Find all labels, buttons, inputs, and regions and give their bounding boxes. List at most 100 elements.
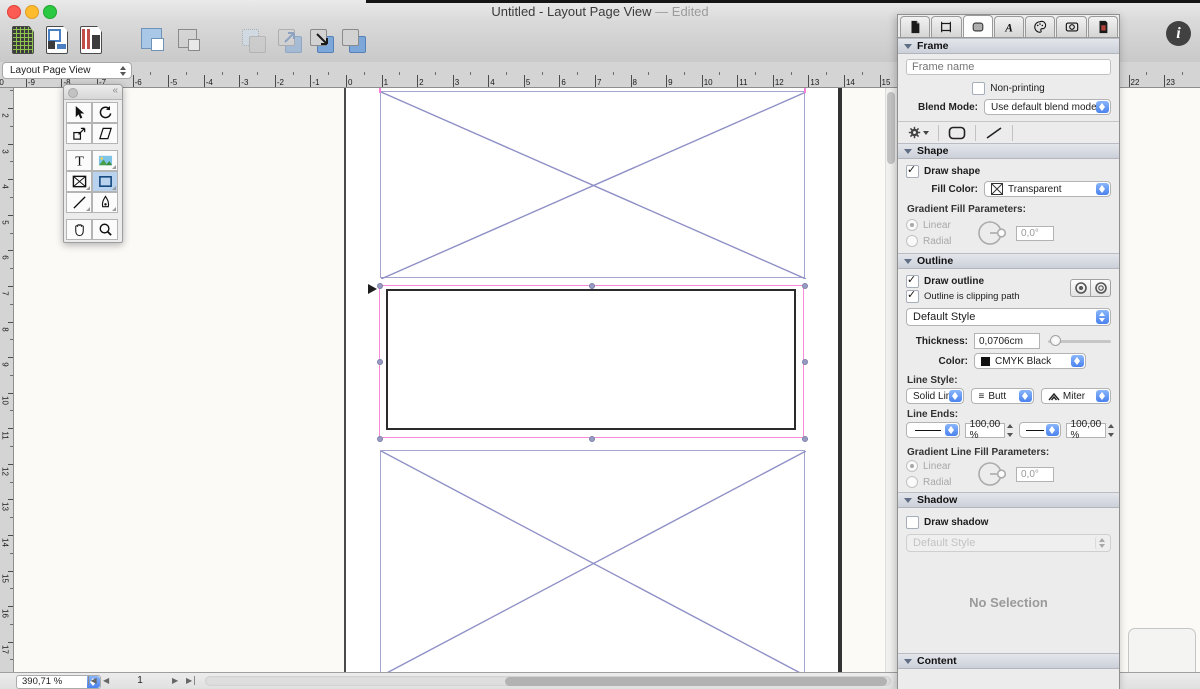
canvas-horizontal-scrollbar-thumb[interactable] <box>505 677 887 686</box>
tab-document[interactable] <box>900 16 930 37</box>
selection-handle[interactable] <box>589 283 595 289</box>
frame-border <box>386 289 796 430</box>
rounded-rect-shape-button[interactable] <box>944 124 970 142</box>
line-style-select[interactable]: Solid Line <box>906 388 964 404</box>
palette-collapse-icon[interactable]: « <box>112 85 118 96</box>
inspector-tab-bar: A <box>898 15 1119 38</box>
line-start-scale-field[interactable]: 100,00 % <box>965 423 1006 438</box>
line-end-select[interactable] <box>1019 422 1060 438</box>
line-shape-button[interactable] <box>981 124 1007 142</box>
thickness-slider[interactable] <box>1048 340 1111 343</box>
content-section-header[interactable]: Content <box>898 653 1119 669</box>
pan-tool-button[interactable] <box>66 219 92 240</box>
frame-marker-icon <box>368 284 377 294</box>
tab-text[interactable]: A <box>994 16 1024 37</box>
tab-image[interactable] <box>1056 16 1086 37</box>
stepper-icon[interactable] <box>1006 423 1014 438</box>
scale-tool-button[interactable] <box>66 123 92 144</box>
frame-section-header[interactable]: Frame <box>898 38 1119 54</box>
close-button[interactable] <box>7 5 21 19</box>
grid-page-icon[interactable] <box>10 25 36 55</box>
transform-frame-icon[interactable] <box>176 27 202 57</box>
outline-outside-button[interactable] <box>1091 279 1111 297</box>
gradient-angle-dial <box>976 218 1010 248</box>
blend-mode-select[interactable]: Use default blend mode <box>984 99 1111 115</box>
linear-radio <box>906 219 918 231</box>
shape-section-header[interactable]: Shape <box>898 143 1119 159</box>
layout-page-icon[interactable] <box>44 25 70 55</box>
selection-handle[interactable] <box>802 359 808 365</box>
minimize-button[interactable] <box>25 5 39 19</box>
outline-inside-button[interactable] <box>1070 279 1091 297</box>
text-tool-button[interactable]: T <box>66 150 92 171</box>
move-to-back-icon[interactable] <box>340 26 366 56</box>
non-printing-label: Non-printing <box>990 83 1044 94</box>
selection-handle[interactable] <box>802 436 808 442</box>
outline-style-select[interactable]: Default Style <box>906 308 1111 326</box>
next-page-button[interactable]: ▶ <box>172 676 178 685</box>
info-button[interactable]: i <box>1166 21 1191 46</box>
zoom-window-button[interactable] <box>43 5 57 19</box>
selection-handle[interactable] <box>802 283 808 289</box>
shadow-section-header[interactable]: Shadow <box>898 492 1119 508</box>
tab-geometry[interactable] <box>931 16 961 37</box>
skew-icon <box>98 126 113 141</box>
tab-colors[interactable] <box>1025 16 1055 37</box>
draw-shape-checkbox[interactable] <box>906 165 919 178</box>
placeholder-frame-tool-button[interactable] <box>66 171 92 192</box>
previous-page-button[interactable]: ◀ <box>103 676 109 685</box>
styles-page-icon[interactable] <box>78 25 104 55</box>
image-tool-button[interactable] <box>92 150 118 171</box>
scale-icon <box>72 126 87 141</box>
draw-outline-label: Draw outline <box>924 276 984 287</box>
rectangle-tool-button[interactable] <box>92 171 118 192</box>
tab-output[interactable] <box>1088 16 1118 37</box>
selection-handle[interactable] <box>377 283 383 289</box>
thickness-field[interactable]: 0,0706cm <box>974 333 1040 349</box>
hand-icon <box>72 222 87 237</box>
selection-handle[interactable] <box>377 359 383 365</box>
outline-clipping-checkbox[interactable] <box>906 290 919 303</box>
blend-mode-label: Blend Mode: <box>906 102 978 113</box>
placeholder-frame[interactable] <box>380 450 805 672</box>
vertical-ruler: 1234567891011121314151617 <box>0 88 14 672</box>
line-join-select[interactable]: Miter <box>1041 388 1111 404</box>
selection-handle[interactable] <box>377 436 383 442</box>
fill-color-select[interactable]: Transparent <box>984 181 1111 197</box>
rect-icon <box>98 174 113 189</box>
palette-title-bar[interactable]: « <box>64 85 122 100</box>
first-page-button[interactable]: ◀ <box>88 676 97 685</box>
magnifier-icon <box>98 222 113 237</box>
placeholder-frame[interactable] <box>380 91 805 278</box>
outline-color-select[interactable]: CMYK Black <box>974 353 1086 369</box>
last-page-button[interactable]: ▶ <box>186 676 195 685</box>
palette-close-button[interactable] <box>68 88 78 98</box>
bezier-tool-button[interactable] <box>92 192 118 213</box>
view-mode-select[interactable]: Layout Page View <box>2 62 132 79</box>
skew-tool-button[interactable] <box>92 123 118 144</box>
select-tool-button[interactable] <box>66 102 92 123</box>
line-linear-radio <box>906 460 918 472</box>
bring-forward-icon <box>240 26 266 56</box>
canvas-vertical-scrollbar[interactable] <box>885 88 897 672</box>
line-tool-button[interactable] <box>66 192 92 213</box>
canvas-horizontal-scrollbar[interactable] <box>205 676 891 686</box>
selected-frame[interactable] <box>379 285 804 438</box>
canvas-vertical-scrollbar-thumb[interactable] <box>887 92 895 164</box>
rotate-tool-button[interactable] <box>92 102 118 123</box>
frame-name-input[interactable] <box>906 59 1111 75</box>
outline-section-header[interactable]: Outline <box>898 253 1119 269</box>
gear-menu-button[interactable] <box>904 124 933 142</box>
line-end-scale-field[interactable]: 100,00 % <box>1066 423 1107 438</box>
send-backward-icon[interactable] <box>308 26 334 56</box>
tab-shape[interactable] <box>963 15 993 37</box>
selection-handle[interactable] <box>589 436 595 442</box>
edit-frame-icon[interactable] <box>140 27 166 57</box>
non-printing-checkbox[interactable] <box>972 82 985 95</box>
draw-outline-checkbox[interactable] <box>906 275 919 288</box>
line-cap-select[interactable]: ≡Butt <box>971 388 1033 404</box>
line-start-select[interactable] <box>906 422 960 438</box>
zoom-tool-button[interactable] <box>92 219 118 240</box>
stepper-icon[interactable] <box>1107 423 1115 438</box>
draw-shadow-checkbox[interactable] <box>906 516 919 529</box>
